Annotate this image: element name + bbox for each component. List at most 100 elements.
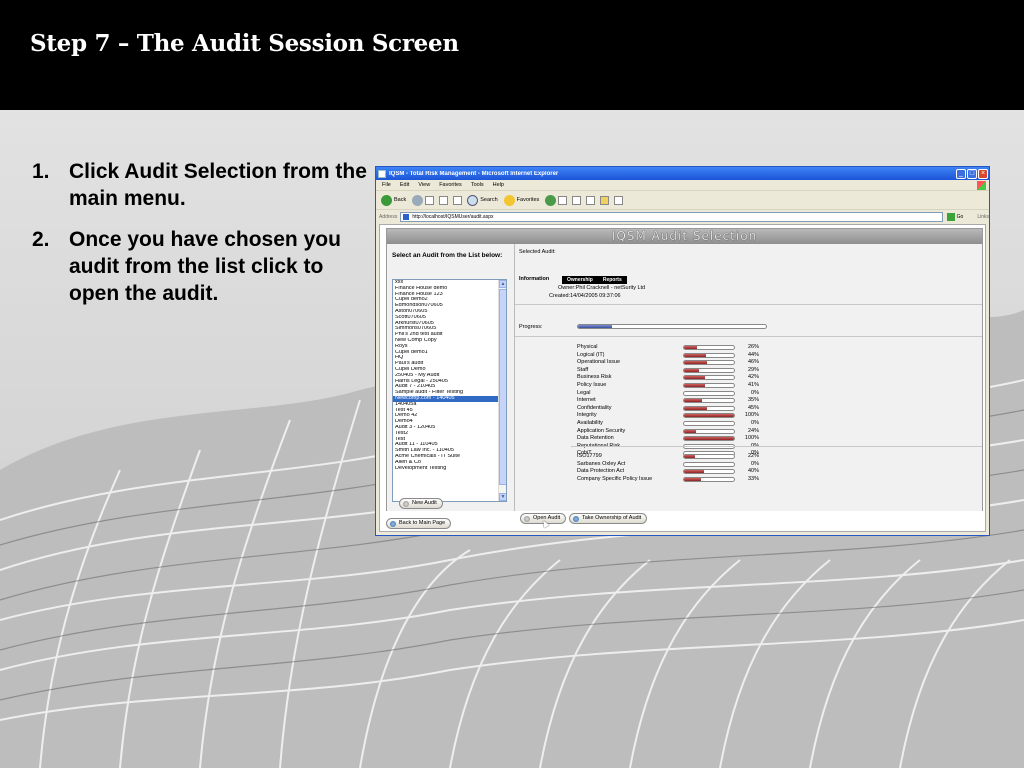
score-row: Policy Issue 41% <box>577 382 807 388</box>
forward-button[interactable] <box>412 194 424 206</box>
scroll-up-icon[interactable]: ▲ <box>499 280 506 288</box>
score-bar <box>683 398 735 404</box>
score-row: Integrity 100% <box>577 412 807 419</box>
favorites-label: Favorites <box>516 197 540 203</box>
refresh-button[interactable] <box>439 195 449 205</box>
score-label: Business Risk <box>577 374 612 381</box>
info-tabs: Ownership Reports <box>562 276 627 284</box>
score-value: 22% <box>747 453 759 459</box>
links-label[interactable]: Links <box>977 214 989 220</box>
go-arrow-icon <box>946 212 955 221</box>
score-value: 42% <box>747 374 759 381</box>
score-row: Data Protection Act 40% <box>577 468 807 475</box>
score-label: Logical (IT) <box>577 351 605 358</box>
menu-file[interactable]: File <box>382 182 391 188</box>
back-to-main-button[interactable]: Back to Main Page <box>386 518 452 529</box>
score-row: Sarbanes Oxley Act 0% <box>577 461 807 467</box>
new-audit-button[interactable]: New Audit <box>399 498 443 509</box>
address-input[interactable]: http://localhost/IQSMUser/audit.aspx <box>400 211 943 222</box>
audit-list-heading: Select an Audit from the List below: <box>392 252 503 259</box>
score-label: Internet <box>577 397 596 404</box>
search-label: Search <box>480 197 498 203</box>
score-bar-fill <box>684 470 704 474</box>
score-row: Internet 35% <box>577 397 807 404</box>
score-value: 0% <box>751 389 759 396</box>
score-row: Confidentiality 45% <box>577 405 807 411</box>
search-button[interactable]: Search <box>467 194 498 206</box>
audit-details-panel: Selected Audit: Information Ownership Re… <box>515 244 982 529</box>
maximize-button[interactable]: □ <box>967 168 977 179</box>
step-text: Click Audit Selection from the main menu… <box>69 160 367 210</box>
score-bar <box>683 352 735 358</box>
score-value: 0% <box>751 460 759 467</box>
menu-favorites[interactable]: Favorites <box>439 182 462 188</box>
step-number: 1. <box>32 160 50 183</box>
tab-reports[interactable]: Reports <box>598 276 627 284</box>
score-bar <box>683 360 735 366</box>
score-bar <box>683 428 735 434</box>
tab-ownership[interactable]: Ownership <box>562 276 598 284</box>
instruction-step: 1. Click Audit Selection from the main m… <box>32 158 367 212</box>
score-row: Logical (IT) 44% <box>577 352 807 358</box>
score-bar-fill <box>684 384 705 387</box>
score-value: 35% <box>747 397 759 404</box>
back-arrow-icon <box>381 194 392 206</box>
mail-icon[interactable] <box>558 195 568 205</box>
stop-button[interactable] <box>425 195 435 205</box>
step-text: Once you have chosen you audit from the … <box>69 228 341 305</box>
instruction-step: 2. Once you have chosen you audit from t… <box>32 226 367 307</box>
audit-list-panel: Select an Audit from the List below: xxx… <box>387 244 515 511</box>
score-bar <box>683 454 735 459</box>
score-bar-fill <box>684 361 707 365</box>
scroll-thumb[interactable] <box>499 289 506 485</box>
owner-text: Owner:Phil Cracknell - netSurity Ltd <box>558 285 646 291</box>
score-label: Staff <box>577 366 589 373</box>
back-button[interactable]: Back <box>381 194 406 206</box>
instruction-list: 1. Click Audit Selection from the main m… <box>32 158 367 321</box>
close-button[interactable]: × <box>978 168 988 179</box>
divider <box>515 336 982 337</box>
scroll-down-icon[interactable]: ▼ <box>499 493 506 501</box>
score-value: 26% <box>747 344 759 350</box>
print-icon[interactable] <box>572 195 582 205</box>
score-value: 0% <box>751 420 759 426</box>
score-value: 46% <box>747 359 759 366</box>
score-row: Staff 29% <box>577 367 807 373</box>
menu-help[interactable]: Help <box>493 182 504 188</box>
menu-tools[interactable]: Tools <box>471 182 484 188</box>
score-bar-fill <box>684 346 697 349</box>
score-value: 100% <box>744 435 759 442</box>
minimize-button[interactable]: _ <box>956 168 966 179</box>
home-button[interactable] <box>453 195 463 205</box>
take-ownership-button[interactable]: Take Ownership of Audit <box>569 513 648 524</box>
slide-title: Step 7 – The Audit Session Screen <box>30 30 459 57</box>
listbox-scrollbar[interactable]: ▲ ▼ <box>498 280 506 501</box>
score-bar <box>683 476 735 482</box>
audit-items: xxx Finance House demo Finance House 123 Cu… <box>393 280 500 471</box>
score-bar <box>683 345 735 350</box>
go-button[interactable]: Go <box>946 212 964 221</box>
research-icon[interactable] <box>614 195 624 205</box>
score-bar <box>683 469 735 475</box>
history-icon[interactable] <box>545 194 557 206</box>
score-row: Data Retention 100% <box>577 435 807 442</box>
score-label: Company Specific Policy Issue <box>577 475 653 482</box>
score-row: Operational Issue 46% <box>577 359 807 366</box>
score-value: 45% <box>747 404 759 411</box>
edit-icon[interactable] <box>586 195 596 205</box>
folder-icon[interactable] <box>600 195 610 205</box>
go-label: Go <box>956 213 964 220</box>
progress-label: Progress: <box>519 324 543 330</box>
score-bar-fill <box>684 414 734 418</box>
score-label: Confidentiality <box>577 404 612 411</box>
audit-listbox[interactable]: xxx Finance House demo Finance House 123 Cu… <box>392 279 507 502</box>
score-value: 29% <box>747 366 759 373</box>
score-bar-fill <box>684 429 696 433</box>
favorites-button[interactable]: Favorites <box>503 194 540 206</box>
menu-edit[interactable]: Edit <box>400 182 409 188</box>
audit-list-item[interactable]: Development Testing <box>393 466 500 472</box>
menu-view[interactable]: View <box>418 182 430 188</box>
created-text: Created:14/04/2005 09:37:06 <box>549 293 621 299</box>
score-label: Legal <box>577 389 591 396</box>
score-bar-fill <box>684 437 734 441</box>
